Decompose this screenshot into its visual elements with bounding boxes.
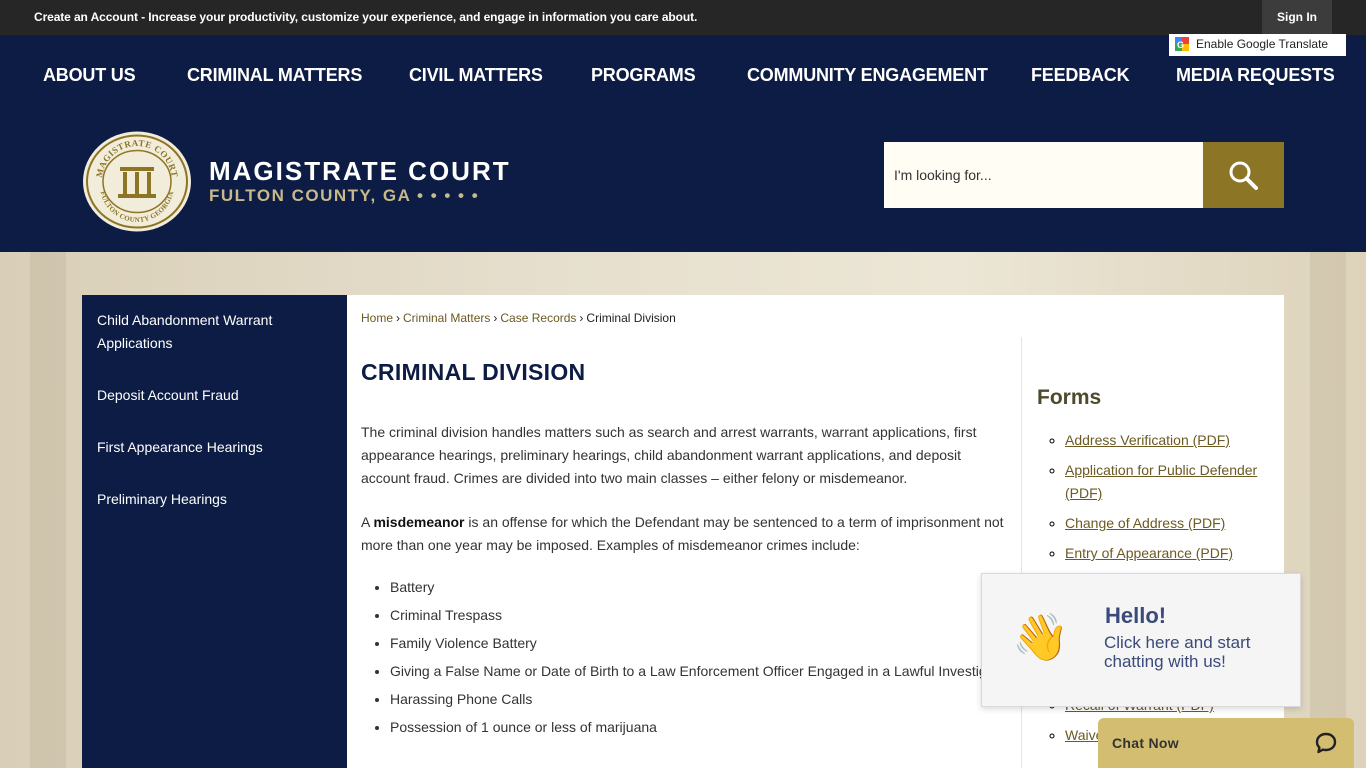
form-link-public-defender[interactable]: Application for Public Defender (PDF)	[1065, 462, 1257, 501]
list-item: Possession of 1 ounce or less of marijua…	[390, 716, 1020, 739]
breadcrumb-separator: ›	[579, 311, 584, 325]
forms-heading: Forms	[1037, 386, 1102, 409]
breadcrumb-home[interactable]: Home	[361, 311, 393, 325]
sign-in-button[interactable]: Sign In	[1262, 0, 1332, 35]
svg-text:G: G	[1177, 40, 1184, 50]
breadcrumb-separator: ›	[493, 311, 498, 325]
misdemeanor-examples-list: Battery Criminal Trespass Family Violenc…	[361, 576, 1020, 744]
nav-criminal-matters[interactable]: CRIMINAL MATTERS	[187, 65, 362, 86]
chat-greeting-popup[interactable]: 👋 Hello! Click here and start chatting w…	[981, 573, 1301, 707]
breadcrumb: Home › Criminal Matters › Case Records › Crimi…	[361, 311, 676, 325]
account-bar: Create an Account - Increase your produc…	[0, 0, 1366, 35]
chat-prompt: Click here and start chatting with us!	[1104, 633, 1251, 671]
list-item: Harassing Phone Calls	[390, 688, 1020, 711]
search-icon	[1229, 161, 1258, 190]
form-link-change-of-address[interactable]: Change of Address (PDF)	[1065, 515, 1225, 531]
list-item: Family Violence Battery	[390, 632, 1020, 655]
site-subtitle: FULTON COUNTY, GA • • • • •	[209, 186, 480, 205]
chat-now-label: Chat Now	[1112, 735, 1179, 751]
list-item: Criminal Trespass	[390, 604, 1020, 627]
nav-about-us[interactable]: ABOUT US	[43, 65, 136, 86]
google-translate-icon: G	[1175, 37, 1189, 51]
account-message: Create an Account - Increase your produc…	[34, 10, 697, 24]
misdemeanor-prefix: A	[361, 514, 374, 530]
list-item: Giving a False Name or Date of Birth to …	[390, 660, 1020, 683]
page-title: CRIMINAL DIVISION	[361, 359, 586, 385]
sidenav-first-appearance[interactable]: First Appearance Hearings	[97, 436, 332, 459]
intro-paragraph: The criminal division handles matters su…	[361, 424, 977, 486]
main-navigation: ABOUT US CRIMINAL MATTERS CIVIL MATTERS …	[0, 65, 1366, 85]
sidenav-child-abandonment[interactable]: Child Abandonment Warrant Applications	[97, 309, 332, 355]
misdemeanor-term: misdemeanor	[373, 514, 465, 530]
list-item: Entry of Appearance (PDF)	[1065, 542, 1275, 565]
side-navigation: Child Abandonment Warrant Applications D…	[82, 295, 347, 768]
breadcrumb-current: Criminal Division	[586, 311, 676, 325]
breadcrumb-separator: ›	[396, 311, 401, 325]
site-title[interactable]: MAGISTRATE COURT	[209, 156, 511, 187]
court-seal-logo[interactable]: MAGISTRATE COURT FULTON COUNTY GEORGIA	[82, 131, 192, 232]
breadcrumb-case-records[interactable]: Case Records	[500, 311, 576, 325]
list-item: Battery	[390, 576, 1020, 599]
list-item: Address Verification (PDF)	[1065, 429, 1275, 452]
google-translate-label: Enable Google Translate	[1196, 37, 1329, 51]
chat-now-button[interactable]: Chat Now	[1098, 718, 1354, 768]
waving-hand-icon: 👋	[1012, 611, 1070, 663]
list-item: Change of Address (PDF)	[1065, 512, 1275, 535]
search-input[interactable]	[884, 142, 1203, 208]
misdemeanor-paragraph: A misdemeanor is an offense for which th…	[361, 511, 1006, 557]
list-item: Application for Public Defender (PDF)	[1065, 459, 1275, 505]
search-button[interactable]	[1203, 142, 1284, 208]
chat-hello: Hello!	[1105, 603, 1167, 628]
google-translate-button[interactable]: G Enable Google Translate	[1169, 34, 1346, 56]
nav-community-engagement[interactable]: COMMUNITY ENGAGEMENT	[747, 65, 988, 86]
sidenav-preliminary-hearings[interactable]: Preliminary Hearings	[97, 488, 332, 511]
breadcrumb-criminal-matters[interactable]: Criminal Matters	[403, 311, 490, 325]
nav-programs[interactable]: PROGRAMS	[591, 65, 696, 86]
form-link-address-verification[interactable]: Address Verification (PDF)	[1065, 432, 1230, 448]
nav-civil-matters[interactable]: CIVIL MATTERS	[409, 65, 543, 86]
nav-feedback[interactable]: FEEDBACK	[1031, 65, 1130, 86]
nav-media-requests[interactable]: MEDIA REQUESTS	[1176, 65, 1335, 86]
create-account-link[interactable]: Create an Account	[34, 10, 138, 24]
sidenav-deposit-account-fraud[interactable]: Deposit Account Fraud	[97, 384, 332, 407]
chat-bubble-icon	[1315, 732, 1337, 754]
form-link-entry-of-appearance[interactable]: Entry of Appearance (PDF)	[1065, 545, 1233, 561]
account-tagline: - Increase your productivity, customize …	[137, 10, 698, 24]
